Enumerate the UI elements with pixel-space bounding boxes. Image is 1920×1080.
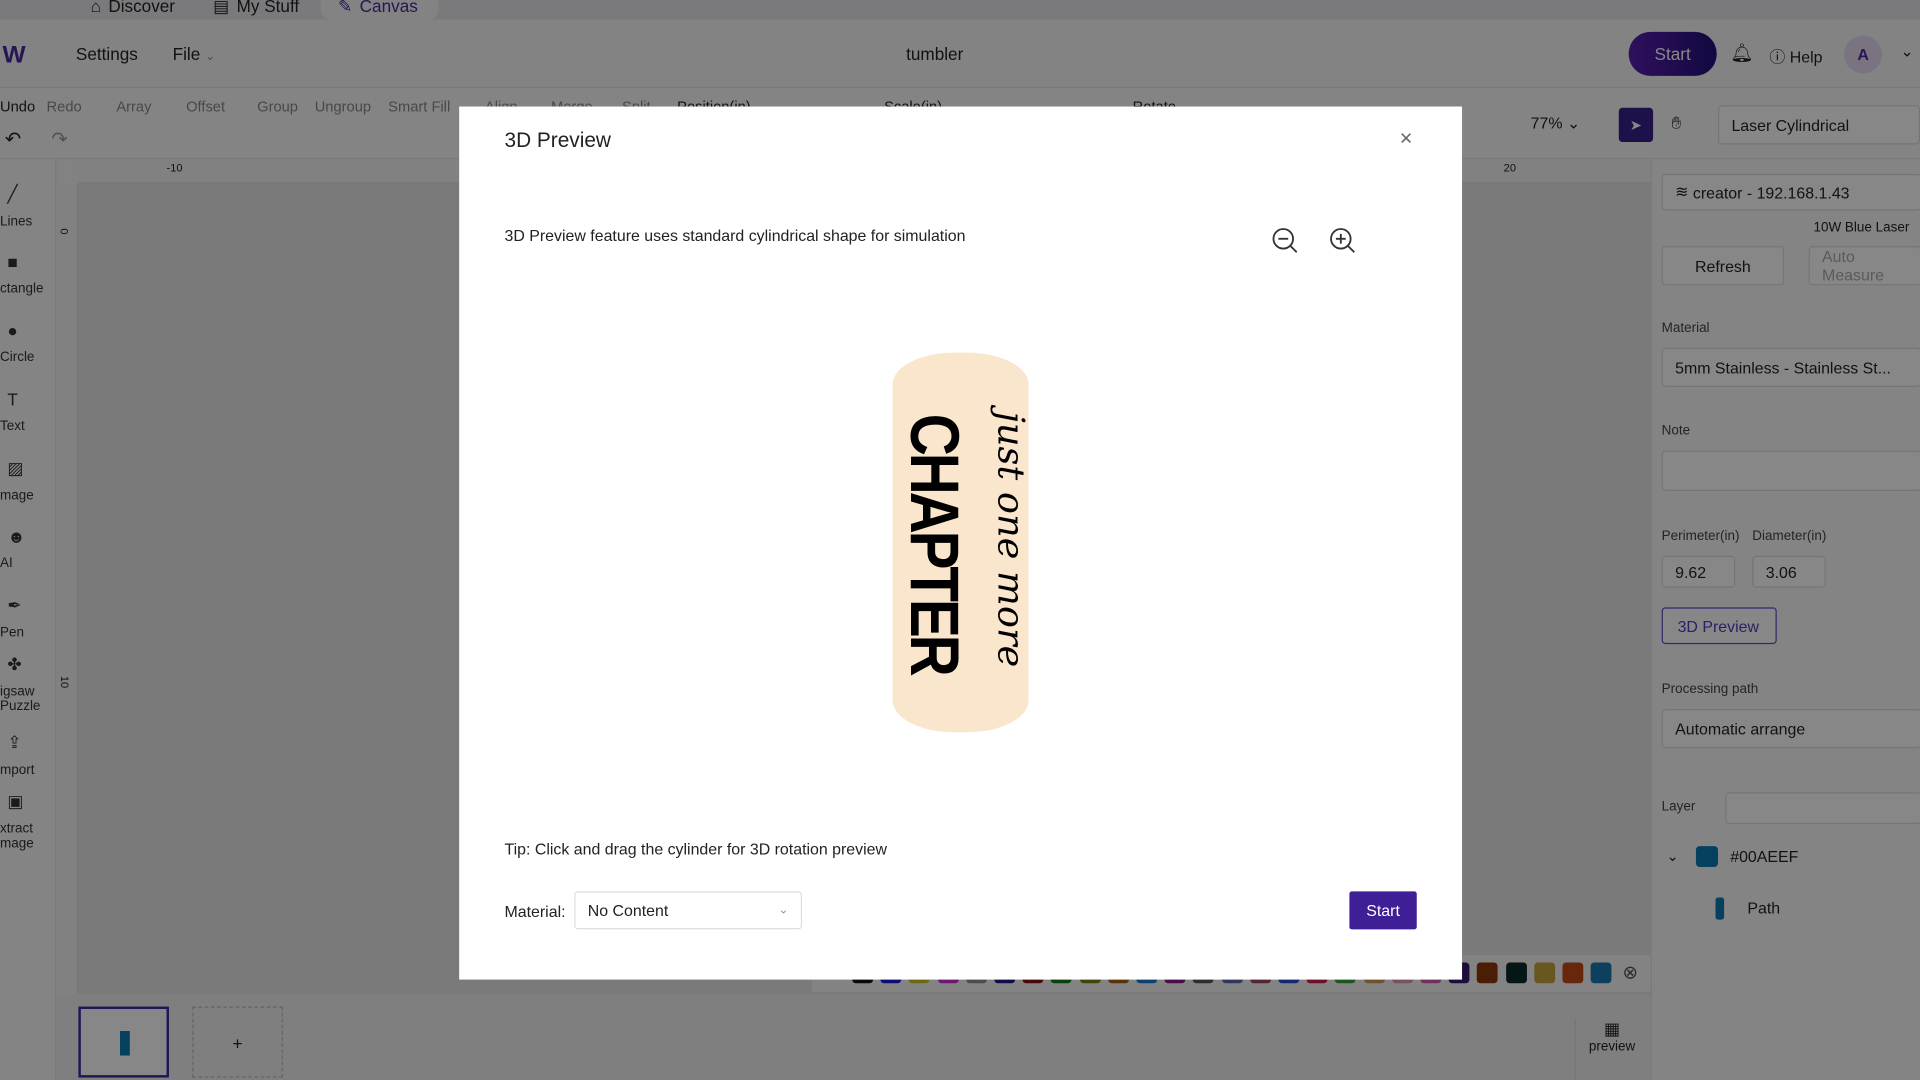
material-select[interactable]: No Content ⌄ (574, 891, 803, 930)
3d-preview-dialog: 3D Preview × 3D Preview feature uses sta… (459, 106, 1463, 980)
zoom-out-icon[interactable] (1271, 227, 1298, 254)
info-text: 3D Preview feature uses standard cylindr… (504, 226, 966, 245)
chevron-down-icon: ⌄ (778, 903, 789, 918)
design-main-text: CHAPTER (896, 413, 974, 674)
cylinder-preview[interactable]: CHAPTER just one more (892, 352, 1029, 733)
tip-text: Tip: Click and drag the cylinder for 3D … (504, 840, 888, 859)
app-window: ⌂ Discover ▤ My Stuff ✎ Canvas W Settings F… (0, 0, 1920, 1080)
dialog-title: 3D Preview (504, 128, 611, 152)
design-script-text: just one more (988, 411, 1029, 668)
material-label: Material: (504, 902, 566, 921)
close-icon[interactable]: × (1400, 126, 1413, 152)
zoom-in-icon[interactable] (1329, 227, 1356, 254)
start-button[interactable]: Start (1349, 891, 1417, 930)
